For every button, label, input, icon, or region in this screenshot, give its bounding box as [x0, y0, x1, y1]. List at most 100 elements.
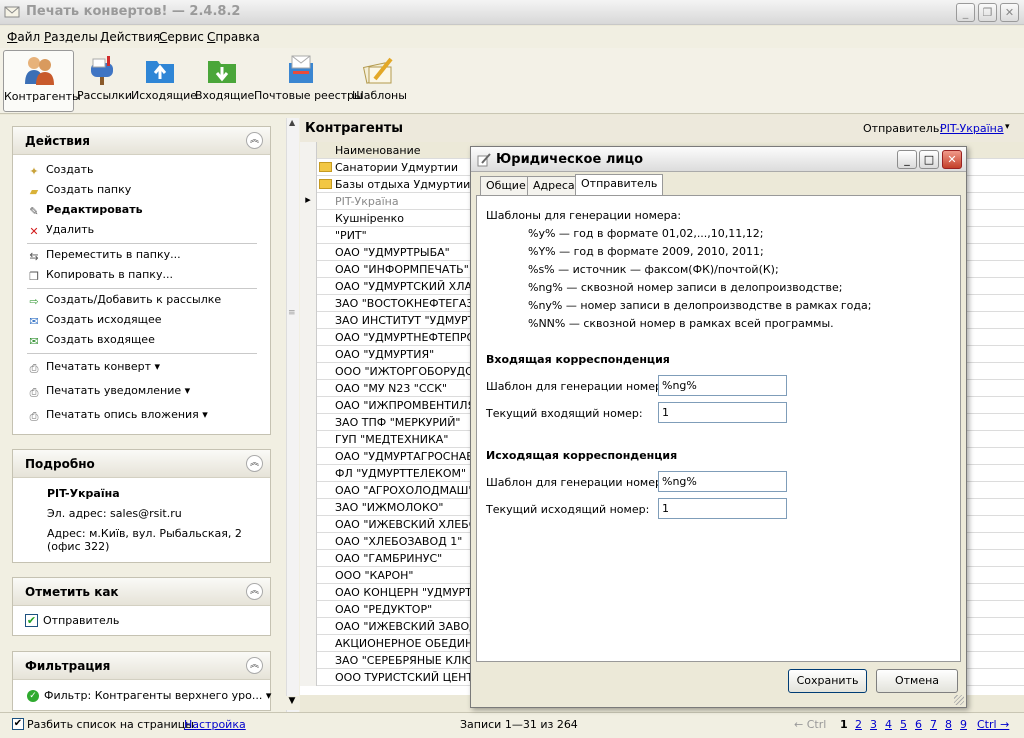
left-scrollbar[interactable]: ▲ ≡: [286, 118, 299, 712]
menu-help[interactable]: Справка: [207, 30, 260, 44]
filter-panel-header: Фильтрация ︽: [13, 652, 270, 680]
incoming-number-input[interactable]: 1: [658, 402, 787, 423]
save-button[interactable]: Сохранить: [788, 669, 867, 693]
print-envelope-action[interactable]: ⎙ Печатать конверт ▾: [27, 360, 160, 375]
page-link[interactable]: 1: [840, 718, 848, 731]
menu-file[interactable]: Файл: [7, 30, 40, 44]
incoming-template-label: Шаблон для генерации номера:: [486, 380, 673, 393]
dialog-maximize-button[interactable]: □: [919, 150, 939, 169]
column-header-name[interactable]: Наименование: [335, 144, 420, 157]
sender-checkbox[interactable]: ✔: [25, 614, 38, 627]
toolbar-mailings[interactable]: Рассылки: [77, 50, 132, 112]
outgoing-number-input[interactable]: 1: [658, 498, 787, 519]
toolbar-templates[interactable]: Шаблоны: [352, 50, 407, 112]
copy-to-folder-action[interactable]: ❐ Копировать в папку...: [27, 268, 173, 283]
row-name: ООО "ИЖТОРГОБОРУДОВА: [335, 365, 489, 378]
folder-icon: [319, 162, 332, 172]
collapse-icon[interactable]: ︽: [246, 455, 263, 472]
outgoing-template-input[interactable]: %ng%: [658, 471, 787, 492]
page-link[interactable]: 5: [900, 718, 907, 731]
prev-page-link[interactable]: ← Ctrl: [794, 718, 826, 731]
tab-general[interactable]: Общие: [480, 176, 532, 195]
create-action[interactable]: ✦ Создать: [27, 163, 93, 178]
grid-header: Контрагенты Отправитель: PIT-Україна ▾: [300, 115, 1024, 142]
settings-link[interactable]: Настройка: [184, 718, 246, 731]
row-name: ЗАО "ВОСТОКНЕФТЕГАЗЭЗ: [335, 297, 489, 310]
page-link[interactable]: 8: [945, 718, 952, 731]
page-link[interactable]: 9: [960, 718, 967, 731]
incoming-template-input[interactable]: %ng%: [658, 375, 787, 396]
contractor-name: PIT-Україна: [47, 487, 120, 500]
details-panel-header: Подробно ︽: [13, 450, 270, 478]
move-to-folder-action[interactable]: ⇆ Переместить в папку...: [27, 248, 180, 263]
add-to-mailing-action[interactable]: ⇨ Создать/Добавить к рассылке: [27, 293, 221, 308]
print-inventory-action[interactable]: ⎙ Печатать опись вложения ▾: [27, 408, 208, 423]
copy-icon: ❐: [29, 270, 39, 283]
toolbar-outgoing[interactable]: Исходящие: [131, 50, 197, 112]
page-link[interactable]: 4: [885, 718, 892, 731]
menu-actions[interactable]: Действия: [100, 30, 160, 44]
add-to-mailing-icon: ⇨: [29, 295, 39, 308]
sender-link[interactable]: PIT-Україна: [940, 122, 1004, 135]
check-circle-icon: ✓: [27, 690, 39, 702]
template-hint: %Y% — год в формате 2009, 2010, 2011;: [528, 245, 764, 258]
row-name: ЗАО "ИЖМОЛОКО": [335, 501, 444, 514]
tab-sender[interactable]: Отправитель: [575, 174, 664, 196]
sender-checkbox-label: Отправитель: [43, 614, 120, 627]
postal-register-icon: [289, 55, 313, 83]
tab-addresses[interactable]: Адреса: [527, 176, 581, 195]
delete-icon: ✕: [29, 225, 39, 238]
cancel-button[interactable]: Отмена: [876, 669, 958, 693]
resize-grip-icon[interactable]: [954, 695, 964, 705]
mailbox-icon: [91, 56, 113, 85]
dialog-close-button[interactable]: ✕: [942, 150, 962, 169]
chevron-down-icon[interactable]: ▾: [1005, 122, 1010, 132]
people-icon: [24, 57, 54, 85]
maximize-button[interactable]: ❐: [978, 3, 997, 22]
paginate-checkbox[interactable]: ✔: [12, 718, 24, 730]
mark-as-panel: Отметить как ︽ ✔ Отправитель: [12, 577, 271, 636]
minimize-button[interactable]: _: [956, 3, 975, 22]
collapse-icon[interactable]: ︽: [246, 132, 263, 149]
collapse-icon[interactable]: ︽: [246, 583, 263, 600]
details-panel: Подробно ︽ PIT-Україна Эл. адрес: sales@r…: [12, 449, 271, 563]
template-hint: %ny% — номер записи в делопроизводстве в…: [528, 299, 872, 312]
contractor-address: Адрес: м.Київ, вул. Рыбальская, 2 (офис …: [47, 527, 242, 553]
edit-action[interactable]: ✎ Редактировать: [27, 203, 142, 218]
dialog-minimize-button[interactable]: _: [897, 150, 917, 169]
create-folder-action[interactable]: ▰ Создать папку: [27, 183, 132, 198]
printer-icon: ⎙: [29, 410, 39, 423]
toolbar-incoming[interactable]: Входящие: [195, 50, 254, 112]
contractor-email: Эл. адрес: sales@rsit.ru: [47, 507, 182, 520]
dialog-title: Юридическое лицо: [496, 152, 644, 167]
scroll-up-icon[interactable]: ▲: [289, 118, 298, 131]
records-count: Записи 1—31 из 264: [460, 718, 578, 731]
templates-icon: [362, 57, 393, 84]
row-name: ООО "КАРОН": [335, 569, 414, 582]
row-name: ООО ТУРИСТСКИЙ ЦЕНТР ": [335, 671, 489, 684]
print-notice-action[interactable]: ⎙ Печатать уведомление ▾: [27, 384, 191, 399]
toolbar-contractors[interactable]: Контрагенты: [3, 50, 81, 112]
page-link[interactable]: 6: [915, 718, 922, 731]
page-link[interactable]: 2: [855, 718, 862, 731]
dialog-titlebar: Юридическое лицо _ □ ✕: [471, 147, 966, 172]
create-incoming-action[interactable]: ✉ Создать входящее: [27, 333, 154, 348]
create-outgoing-action[interactable]: ✉ Создать исходящее: [27, 313, 161, 328]
window-titlebar: Печать конвертов! — 2.4.8.2 _ ❐ ✕: [0, 0, 1024, 25]
scroll-down-icon[interactable]: ▼: [284, 696, 300, 710]
page-link[interactable]: 7: [930, 718, 937, 731]
next-page-link[interactable]: Ctrl →: [977, 718, 1009, 731]
close-button[interactable]: ✕: [1000, 3, 1019, 22]
new-document-icon: ✦: [29, 165, 39, 178]
legal-entity-dialog: Юридическое лицо _ □ ✕ Общие Адреса Отпр…: [470, 146, 967, 708]
current-row-indicator-icon: ▸: [300, 193, 317, 210]
menu-service[interactable]: Сервис: [159, 30, 204, 44]
sender-label: Отправитель:: [863, 122, 944, 135]
toolbar-postal-registers[interactable]: Почтовые реестры: [254, 50, 363, 112]
delete-action[interactable]: ✕ Удалить: [27, 223, 94, 238]
menu-sections[interactable]: Разделы: [44, 30, 98, 44]
collapse-icon[interactable]: ︽: [246, 657, 263, 674]
page-link[interactable]: 3: [870, 718, 877, 731]
edit-icon: ✎: [29, 205, 39, 218]
filter-dropdown[interactable]: Фильтр: Контрагенты верхнего уро... ▾: [44, 689, 271, 702]
